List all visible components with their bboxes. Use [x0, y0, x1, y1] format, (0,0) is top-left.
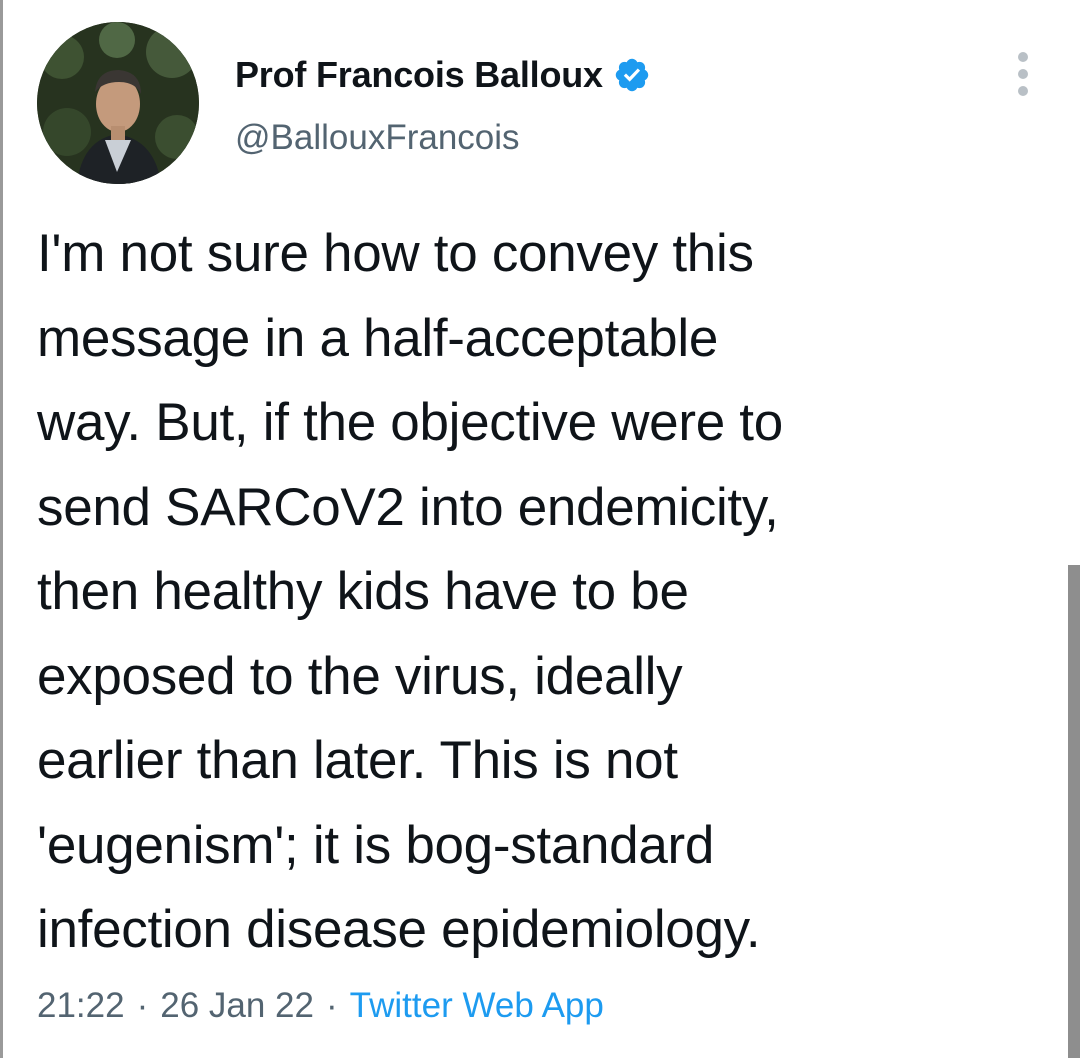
- verified-badge-icon: [613, 56, 651, 94]
- tweet-date[interactable]: 26 Jan 22: [160, 986, 314, 1026]
- tweet-source-link[interactable]: Twitter Web App: [350, 986, 604, 1026]
- more-options-icon[interactable]: [1012, 52, 1034, 96]
- more-dot: [1018, 86, 1028, 96]
- avatar-photo-icon: [37, 22, 199, 184]
- author-name-row: Prof Francois Balloux: [235, 50, 651, 100]
- meta-separator: ·: [136, 986, 149, 1025]
- meta-separator: ·: [326, 986, 338, 1025]
- author-display-name[interactable]: Prof Francois Balloux: [235, 54, 603, 96]
- tweet-header: Prof Francois Balloux @BallouxFrancois: [37, 22, 1037, 187]
- avatar[interactable]: [37, 22, 199, 184]
- tweet-card: Prof Francois Balloux @BallouxFrancois I…: [0, 0, 1080, 1058]
- tweet-text: I'm not sure how to convey this message …: [37, 224, 783, 959]
- tweet-time[interactable]: 21:22: [37, 986, 125, 1026]
- author-handle[interactable]: @BallouxFrancois: [235, 118, 520, 158]
- more-dot: [1018, 52, 1028, 62]
- more-dot: [1018, 69, 1028, 79]
- tweet-metadata: 21:22 · 26 Jan 22 · Twitter Web App: [37, 986, 604, 1026]
